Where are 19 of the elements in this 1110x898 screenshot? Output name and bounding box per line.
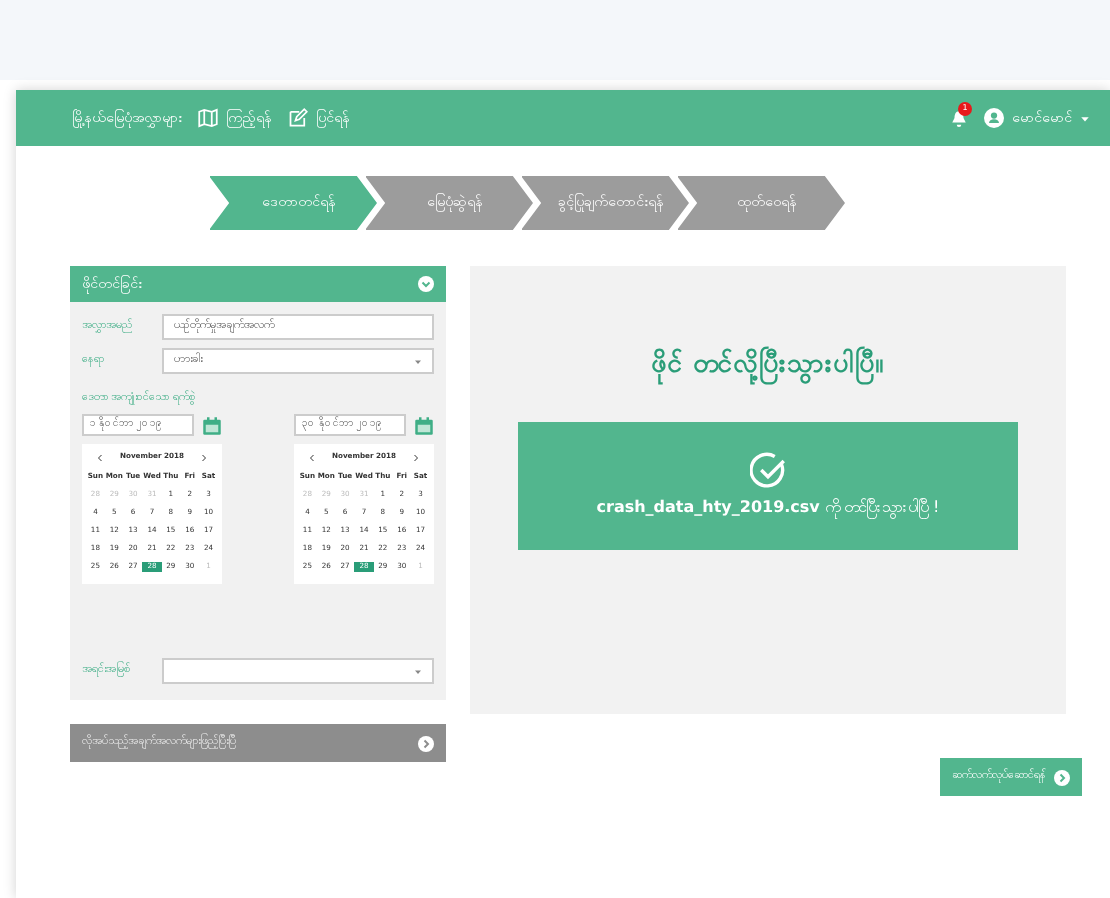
edit-icon bbox=[288, 108, 308, 128]
check-circle-icon bbox=[750, 451, 786, 487]
caret-icon bbox=[1080, 113, 1090, 123]
previous-month-icon bbox=[307, 453, 316, 462]
previous-month-icon bbox=[95, 453, 104, 462]
select-field[interactable] bbox=[162, 658, 434, 684]
map-icon bbox=[198, 108, 218, 128]
chevron-right-icon bbox=[1054, 769, 1070, 785]
result-heading: ဖိုင် တင်လို့ပြီးသွားပါပြီ။ bbox=[651, 346, 885, 385]
chevron-down-icon bbox=[418, 276, 434, 292]
chevron-right-icon bbox=[418, 735, 434, 751]
calendar-icon bbox=[414, 415, 434, 436]
next-month-icon bbox=[200, 453, 209, 462]
caret-icon bbox=[414, 667, 422, 675]
avatar-icon bbox=[984, 108, 1004, 128]
success-message: crash_data_hty_2019.csv ကို တင်ပြီးသွားပါပြီ ! bbox=[596, 495, 940, 519]
calendar-icon bbox=[202, 415, 222, 436]
next-month-icon bbox=[412, 453, 421, 462]
caret-icon bbox=[414, 357, 422, 365]
